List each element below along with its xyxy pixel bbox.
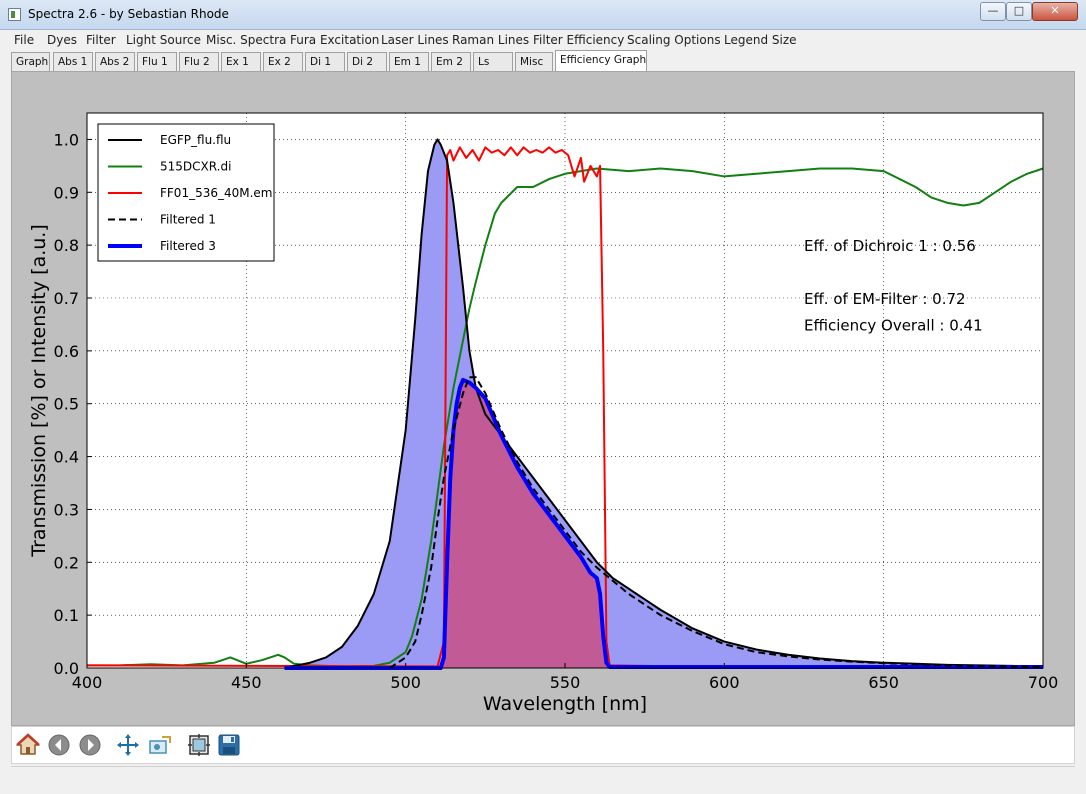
tab-bar: Graph Abs 1 Abs 2 Flu 1 Flu 2 Ex 1 Ex 2 …: [0, 50, 1086, 71]
efficiency-chart: 400 450 500 550 600 650 7000.00.10.20.30.40.50…: [28, 112, 1059, 715]
tab-misc[interactable]: Misc: [515, 52, 553, 71]
menu-filter[interactable]: Filter: [86, 33, 116, 47]
title-bar: Spectra 2.6 - by Sebastian Rhode — □ ✕: [0, 0, 1086, 30]
plot-canvas[interactable]: 400 450 500 550 600 650 700 0.0 0.1 0.2 0.3 0.4 0.5 0…: [11, 71, 1075, 726]
menu-legend-size[interactable]: Legend Size: [724, 33, 797, 47]
menu-bar: File Dyes Filter Light Source Misc. Spec…: [0, 30, 1086, 50]
zoom-rect-icon[interactable]: [148, 733, 172, 757]
menu-filter-efficiency[interactable]: Filter Efficiency: [533, 33, 624, 47]
menu-misc-spectra[interactable]: Misc. Spectra: [206, 33, 286, 47]
plot-toolbar: [11, 726, 1075, 764]
tab-flu-2[interactable]: Flu 2: [179, 52, 219, 71]
tab-ex-1[interactable]: Ex 1: [221, 52, 261, 71]
menu-laser-lines[interactable]: Laser Lines: [381, 33, 449, 47]
legend: EGFP_flu.flu 515DCXR.di FF01_536_40M.em Fil…: [97, 123, 275, 262]
legend-label: 515DCXR.di: [160, 160, 231, 174]
menu-raman-lines[interactable]: Raman Lines: [452, 33, 529, 47]
efficiency-annotation: Efficiency Overall : 0.41: [804, 316, 983, 334]
y-tick-label: 0.7: [54, 289, 79, 308]
y-tick-label: 0.6: [54, 342, 79, 361]
tab-ex-2[interactable]: Ex 2: [263, 52, 303, 71]
x-tick-label: 550: [550, 673, 581, 692]
menu-dyes[interactable]: Dyes: [47, 33, 77, 47]
y-tick-label: 0.5: [54, 395, 79, 414]
legend-label: Filtered 1: [160, 213, 216, 227]
tab-ls[interactable]: Ls: [473, 52, 513, 71]
minimize-button[interactable]: —: [980, 2, 1006, 21]
menu-fura-excitation[interactable]: Fura Excitation: [290, 33, 379, 47]
tab-di-1[interactable]: Di 1: [305, 52, 345, 71]
y-axis-label: Transmission [%] or Intensity [a.u.]: [28, 224, 50, 558]
y-tick-label: 0.1: [54, 606, 79, 625]
legend-label: Filtered 3: [160, 239, 216, 253]
efficiency-annotation: Eff. of EM-Filter : 0.72: [804, 290, 966, 308]
tab-graph[interactable]: Graph: [11, 52, 50, 71]
x-tick-label: 700: [1028, 673, 1059, 692]
app-icon: [8, 8, 21, 21]
close-button[interactable]: ✕: [1032, 2, 1078, 21]
window-title: Spectra 2.6 - by Sebastian Rhode: [28, 7, 229, 21]
status-bar: [11, 766, 1075, 789]
menu-file[interactable]: File: [14, 33, 34, 47]
x-tick-label: 600: [709, 673, 740, 692]
y-tick-label: 0.4: [54, 448, 79, 467]
tab-efficiency-graph[interactable]: Efficiency Graph: [555, 50, 647, 71]
efficiency-annotation: Eff. of Dichroic 1 : 0.56: [804, 237, 976, 255]
forward-arrow-icon[interactable]: [78, 733, 102, 757]
menu-scaling-options[interactable]: Scaling Options: [627, 33, 721, 47]
menu-light-source[interactable]: Light Source: [126, 33, 201, 47]
maximize-button[interactable]: □: [1006, 2, 1032, 21]
tab-abs-1[interactable]: Abs 1: [53, 52, 93, 71]
tab-em-1[interactable]: Em 1: [389, 52, 429, 71]
tab-flu-1[interactable]: Flu 1: [137, 52, 177, 71]
y-tick-label: 0.3: [54, 500, 79, 519]
x-axis-label: Wavelength [nm]: [483, 693, 647, 715]
pan-move-icon[interactable]: [116, 733, 140, 757]
y-tick-label: 0.8: [54, 236, 79, 255]
back-arrow-icon[interactable]: [47, 733, 71, 757]
x-tick-label: 650: [868, 673, 899, 692]
tab-di-2[interactable]: Di 2: [347, 52, 387, 71]
y-tick-label: 0.0: [54, 659, 79, 678]
y-tick-label: 0.2: [54, 553, 79, 572]
y-tick-label: 1.0: [54, 130, 79, 149]
x-tick-label: 500: [390, 673, 421, 692]
save-disk-icon[interactable]: [217, 733, 241, 757]
legend-label: FF01_536_40M.em: [160, 186, 273, 200]
legend-label: EGFP_flu.flu: [160, 133, 231, 147]
y-tick-label: 0.9: [54, 183, 79, 202]
x-tick-label: 450: [231, 673, 262, 692]
subplot-config-icon[interactable]: [187, 733, 211, 757]
home-icon[interactable]: [16, 733, 40, 757]
tab-abs-2[interactable]: Abs 2: [95, 52, 135, 71]
tab-em-2[interactable]: Em 2: [431, 52, 471, 71]
